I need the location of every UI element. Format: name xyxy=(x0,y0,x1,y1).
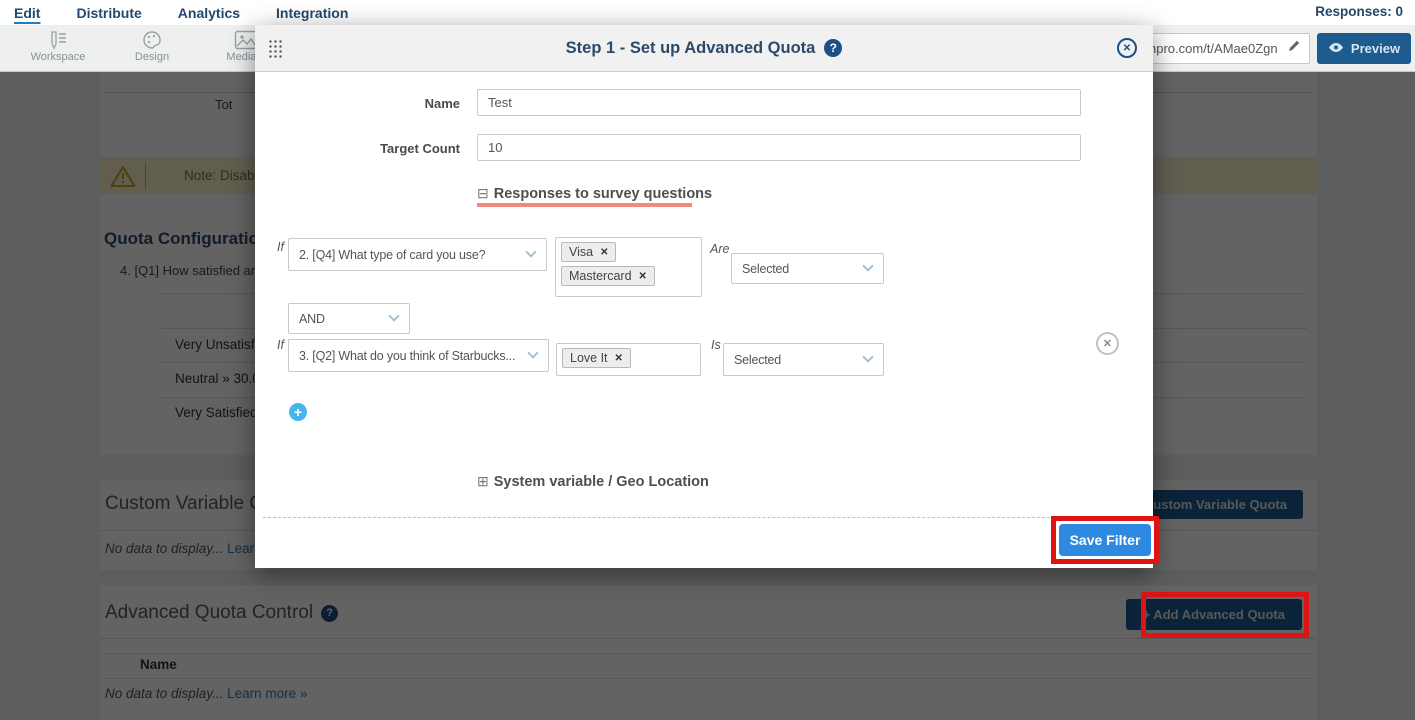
footer-dashed-divider xyxy=(263,517,1145,518)
edit-url-pencil-icon[interactable] xyxy=(1287,39,1301,58)
answer-tags-1[interactable]: Visa ✕ Mastercard ✕ xyxy=(555,237,702,297)
chevron-down-icon xyxy=(527,347,538,358)
expand-icon: ⊞ xyxy=(477,473,489,489)
operator-dropdown-2-value: Selected xyxy=(734,353,781,367)
system-variable-section-toggle[interactable]: ⊞ System variable / Geo Location xyxy=(477,473,709,490)
tag-love-it: Love It ✕ xyxy=(562,348,631,368)
tab-edit[interactable]: Edit xyxy=(14,5,40,21)
help-icon[interactable]: ? xyxy=(824,39,842,57)
remove-tag-icon[interactable]: ✕ xyxy=(639,271,647,282)
design-icon xyxy=(109,29,195,51)
if-label: If xyxy=(277,338,284,352)
chevron-down-icon xyxy=(862,260,873,271)
top-nav: Edit Distribute Analytics Integration xyxy=(0,0,1415,25)
advanced-quota-modal: Step 1 - Set up Advanced Quota ? ✕ Name … xyxy=(255,25,1153,568)
chevron-down-icon xyxy=(862,351,873,362)
toolbar-label: Design xyxy=(109,51,195,63)
are-label: Are xyxy=(710,242,729,256)
is-label: Is xyxy=(711,338,721,352)
survey-url-input[interactable] xyxy=(1149,41,1287,56)
red-underline-highlight xyxy=(477,203,692,207)
tag-label: Mastercard xyxy=(569,269,632,283)
tab-integration[interactable]: Integration xyxy=(276,5,348,21)
question-dropdown-1-value: 2. [Q4] What type of card you use? xyxy=(299,248,485,262)
save-filter-button[interactable]: Save Filter xyxy=(1059,524,1151,556)
chevron-down-icon xyxy=(525,246,536,257)
annotation-frame-save-filter: Save Filter xyxy=(1051,516,1159,564)
tag-label: Visa xyxy=(569,245,593,259)
tag-mastercard: Mastercard ✕ xyxy=(561,266,655,286)
add-condition-icon[interactable]: + xyxy=(289,403,307,421)
tag-label: Love It xyxy=(570,351,608,365)
operator-dropdown-1[interactable]: Selected xyxy=(731,253,884,284)
question-dropdown-1[interactable]: 2. [Q4] What type of card you use? xyxy=(288,238,547,271)
chevron-down-icon xyxy=(388,310,399,321)
collapse-icon: ⊟ xyxy=(477,185,489,201)
workspace-icon xyxy=(15,29,101,51)
answer-tags-2[interactable]: Love It ✕ xyxy=(556,343,701,376)
remove-tag-icon[interactable]: ✕ xyxy=(615,353,623,364)
system-variable-section-label: System variable / Geo Location xyxy=(494,474,709,490)
if-label: If xyxy=(277,240,284,254)
remove-tag-icon[interactable]: ✕ xyxy=(600,247,608,258)
tab-analytics[interactable]: Analytics xyxy=(178,5,240,21)
drag-handle-icon[interactable] xyxy=(268,39,282,59)
remove-condition-icon[interactable]: ✕ xyxy=(1096,332,1119,355)
preview-button[interactable]: Preview xyxy=(1317,33,1411,64)
tab-distribute[interactable]: Distribute xyxy=(76,5,141,21)
responses-section-toggle[interactable]: ⊟ Responses to survey questions xyxy=(477,185,712,202)
close-icon[interactable]: ✕ xyxy=(1117,38,1137,58)
eye-icon xyxy=(1328,41,1344,56)
operator-dropdown-2[interactable]: Selected xyxy=(723,343,884,376)
name-field-label: Name xyxy=(255,96,460,111)
annotation-frame-add-advanced-quota xyxy=(1141,592,1309,638)
toolbar-item-design[interactable]: Design xyxy=(109,29,195,63)
responses-section-label: Responses to survey questions xyxy=(494,186,712,202)
modal-header: Step 1 - Set up Advanced Quota ? ✕ xyxy=(255,25,1153,72)
tag-visa: Visa ✕ xyxy=(561,242,616,262)
modal-title: Step 1 - Set up Advanced Quota xyxy=(566,39,816,58)
preview-label: Preview xyxy=(1351,41,1400,56)
operator-dropdown-1-value: Selected xyxy=(742,262,789,276)
logic-operator-value: AND xyxy=(299,312,325,326)
responses-count: Responses: 0 xyxy=(1315,4,1403,19)
name-input[interactable] xyxy=(477,89,1081,116)
survey-url-box xyxy=(1140,33,1310,64)
logic-operator-dropdown[interactable]: AND xyxy=(288,303,410,334)
target-count-label: Target Count xyxy=(255,141,460,156)
question-dropdown-2[interactable]: 3. [Q2] What do you think of Starbucks..… xyxy=(288,339,549,372)
question-dropdown-2-value: 3. [Q2] What do you think of Starbucks..… xyxy=(299,349,515,363)
toolbar-label: Workspace xyxy=(15,51,101,63)
target-count-input[interactable] xyxy=(477,134,1081,161)
toolbar-item-workspace[interactable]: Workspace xyxy=(15,29,101,63)
